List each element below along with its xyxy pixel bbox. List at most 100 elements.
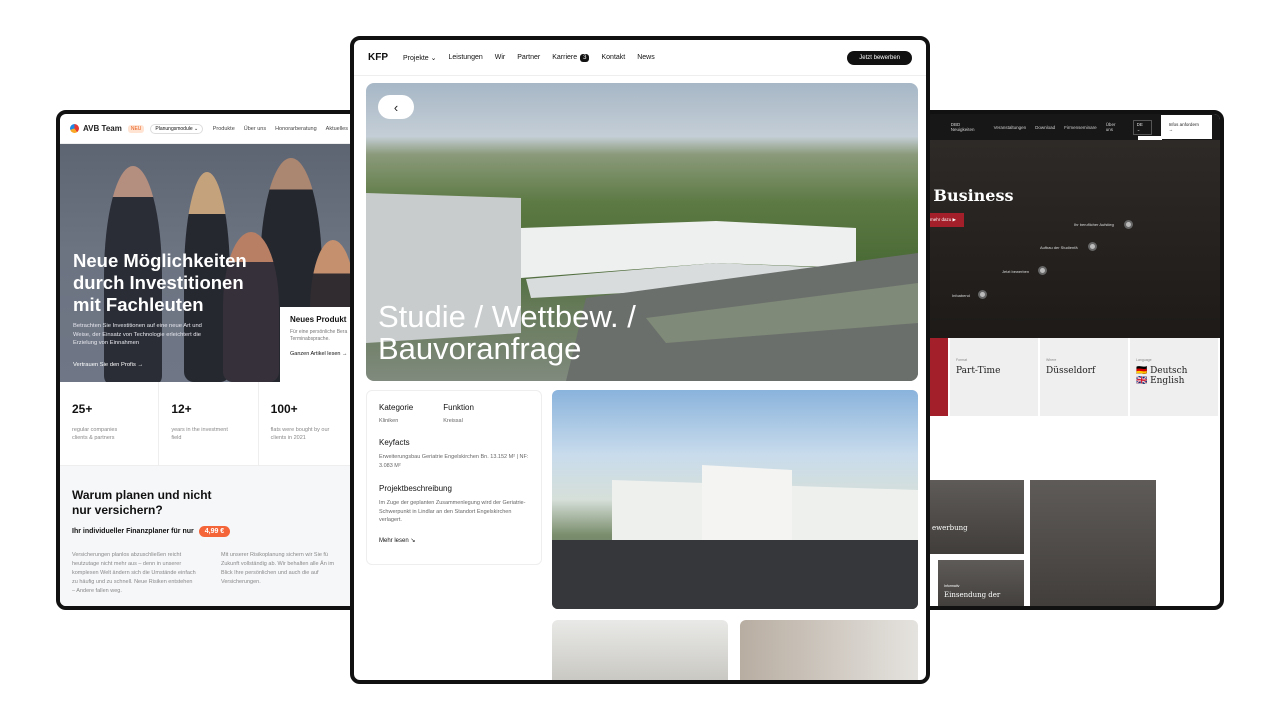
stat-number: 100+: [270, 402, 298, 416]
right-device-mockup: DBD Neuigkeiten Veranstaltungen Download…: [918, 110, 1224, 610]
group-photo[interactable]: [1030, 480, 1156, 606]
tile-value: Part-Time: [956, 366, 1001, 376]
nav-produkte[interactable]: Produkte: [213, 126, 235, 132]
stat-caption: regular companies clients & partners: [72, 427, 118, 441]
function-label: Funktion: [443, 403, 474, 412]
timeline-node[interactable]: [1124, 220, 1133, 229]
kfp-logo[interactable]: KFP: [368, 52, 388, 63]
nav-seminars[interactable]: Firmenseminare: [1064, 125, 1097, 130]
center-device-mockup: KFP Projekte ⌄ Leistungen Wir Partner Ka…: [350, 36, 930, 684]
stat-item: 25+ regular companies clients & partners: [60, 382, 160, 465]
request-info-button[interactable]: Infos anfordern →: [1160, 115, 1212, 139]
back-button[interactable]: ‹: [378, 95, 414, 119]
function-value: Kreissal: [443, 418, 463, 424]
project-hero-image: ‹ Studie / Wettbew. / Bauvoranfrage: [366, 83, 918, 381]
clinic-photo: [552, 390, 918, 609]
left-hero: Neue Möglichkeiten durch Investitionen m…: [60, 144, 358, 382]
interior-photo-2: [740, 620, 918, 680]
tile-value: Düsseldorf: [1046, 366, 1096, 376]
stat-caption: flats were bought by our clients in 2021: [270, 427, 330, 441]
description-value: Im Zuge der geplanten Zusammenlegung wir…: [379, 500, 526, 523]
stat-number: 12+: [171, 402, 192, 416]
planner-dropdown[interactable]: Planungsmodule ⌄: [150, 123, 204, 134]
nav-news[interactable]: News: [637, 54, 655, 61]
nav-kontakt[interactable]: Kontakt: [601, 54, 625, 61]
new-badge: NEU: [127, 124, 145, 133]
nav-honorarberatung[interactable]: Honorarberatung: [275, 126, 317, 132]
tile-value: 🇩🇪 Deutsch 🇬🇧 English: [1136, 366, 1188, 386]
career-count-badge: 3: [580, 54, 590, 62]
node-label: Jetzt bewerben: [1002, 269, 1030, 274]
photo-caption: Einsendung der: [944, 591, 1001, 599]
avb-logo-icon: [70, 124, 79, 133]
new-product-card[interactable]: Neues Produkt Für eine persönliche Bera …: [280, 307, 358, 382]
project-title: Studie / Wettbew. / Bauvoranfrage: [378, 299, 636, 366]
avb-logo[interactable]: AVB Team: [70, 124, 122, 133]
brand-name: AVB Team: [83, 124, 122, 133]
why-section: Warum planen und nicht nur versichern? I…: [60, 466, 358, 606]
read-article-link[interactable]: Ganzen Artikel lesen →: [290, 351, 356, 357]
chevron-left-icon: ‹: [393, 99, 399, 115]
program-facts: Format Part-Time Where Düsseldorf Language…: [922, 338, 1220, 416]
read-more-link[interactable]: Mehr lesen ↘: [379, 537, 529, 544]
project-info-card: Kategorie Kliniken Funktion Kreissal Keyfa…: [366, 390, 542, 565]
stat-item: 100+ flats were bought by our clients in …: [259, 382, 358, 465]
nav-events[interactable]: Veranstaltungen: [994, 125, 1027, 130]
nav-partner[interactable]: Partner: [517, 54, 540, 61]
timeline-node[interactable]: [1088, 242, 1097, 251]
category-value: Kliniken: [379, 418, 399, 424]
why-column-1: Versicherungen planlos abzuschließen rei…: [72, 552, 196, 594]
left-navbar: AVB Team NEU Planungsmodule ⌄ Produkte Ü…: [60, 114, 358, 144]
tile-caption: Language: [1136, 358, 1152, 362]
nav-leistungen[interactable]: Leistungen: [449, 54, 483, 61]
tile-caption: Format: [956, 358, 968, 362]
nav-ueber-uns[interactable]: Über uns: [244, 126, 266, 132]
node-label: Ihr beruflicher Aufstieg: [1074, 222, 1114, 227]
trust-profis-link[interactable]: Vertrauen Sie den Profis →: [73, 362, 143, 368]
tile-caption: Where: [1046, 358, 1057, 362]
language-select[interactable]: DE ⌄: [1132, 119, 1152, 135]
application-photo-card[interactable]: ewerbung: [928, 480, 1024, 554]
nav-about[interactable]: Über uns: [1106, 122, 1124, 132]
nav-projekte[interactable]: Projekte ⌄: [403, 54, 437, 62]
business-title-text: Business: [933, 186, 1014, 205]
why-column-2: Mit unserer Risikoplanung sichern wir Si…: [221, 552, 335, 585]
news-title: Neues Produkt: [290, 315, 347, 324]
category-label: Kategorie: [379, 403, 414, 412]
left-device-mockup: AVB Team NEU Planungsmodule ⌄ Produkte Ü…: [56, 110, 362, 610]
keyfacts-label: Keyfacts: [379, 438, 410, 447]
stat-caption: years in the investment field: [171, 427, 228, 441]
planner-price-row: Ihr individueller Finanzplaner für nur 4…: [72, 526, 346, 537]
hero-description: Betrachten Sie Investitionen auf eine ne…: [73, 323, 202, 346]
hero-title: Neue Möglichkeiten durch Investitionen m…: [73, 250, 247, 315]
keyfacts-value: Erweiterungsbau Geriatrie Engelskirchen …: [379, 454, 529, 469]
where-tile: Where Düsseldorf: [1040, 338, 1130, 416]
stat-item: 12+ years in the investment field: [159, 382, 259, 465]
stat-number: 25+: [72, 402, 93, 416]
interior-photo-1: [552, 620, 728, 680]
kfp-navbar: KFP Projekte ⌄ Leistungen Wir Partner Ka…: [354, 40, 926, 76]
description-label: Projektbeschreibung: [379, 484, 452, 493]
stats-row: 25+ regular companies clients & partners …: [60, 382, 358, 466]
submission-photo-card[interactable]: Informativ Einsendung der: [938, 560, 1024, 606]
clinic-photo-illustration: [552, 465, 918, 609]
why-title: Warum planen und nicht nur versichern?: [72, 488, 212, 517]
price-badge[interactable]: 4,99 €: [198, 526, 231, 537]
apply-button[interactable]: Jetzt bewerben: [847, 50, 912, 65]
planner-subtitle: Ihr individueller Finanzplaner für nur: [72, 528, 194, 535]
planner-label: Planungsmodule: [155, 125, 193, 132]
nav-karriere[interactable]: Karriere 3: [552, 54, 590, 62]
timeline-node[interactable]: [978, 290, 987, 299]
nav-wir[interactable]: Wir: [495, 54, 506, 61]
business-hero: / Business mehr dazu ▶ Ihr beruflicher A…: [922, 140, 1220, 338]
nav-aktuelles[interactable]: Aktuelles: [326, 126, 348, 132]
nav-dbd-news[interactable]: DBD Neuigkeiten: [951, 122, 985, 132]
news-description: Für eine persönliche Bera Terminabsprach…: [290, 329, 348, 342]
timeline-node[interactable]: [1038, 266, 1047, 275]
nav-download[interactable]: Download: [1035, 125, 1055, 130]
karriere-label: Karriere: [552, 54, 578, 61]
right-navbar: DBD Neuigkeiten Veranstaltungen Download…: [922, 114, 1220, 140]
node-label: Aufbau der Studienfä: [1040, 245, 1078, 250]
node-label: Infoabend: [952, 293, 970, 298]
language-tile: Language 🇩🇪 Deutsch 🇬🇧 English: [1130, 338, 1220, 416]
